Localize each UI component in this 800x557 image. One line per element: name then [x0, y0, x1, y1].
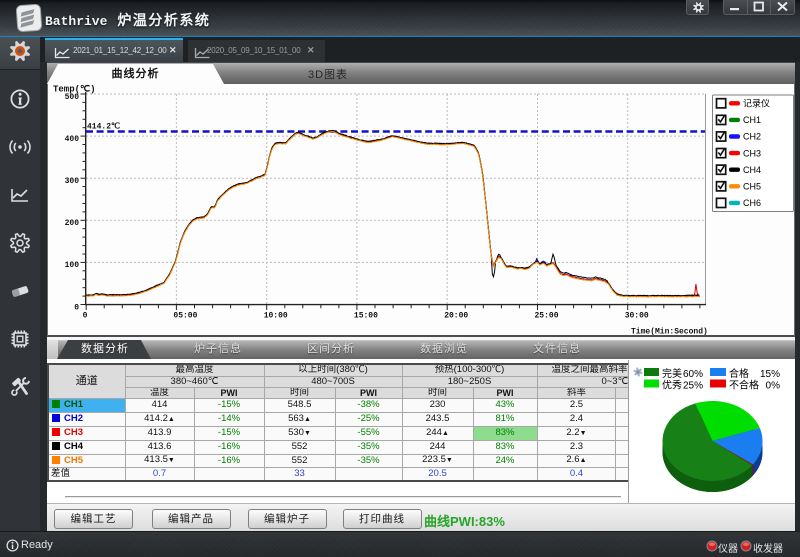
svg-text:0%: 0%: [766, 381, 781, 392]
svg-text:优秀: 优秀: [662, 379, 682, 392]
svg-text:15%: 15%: [760, 369, 780, 380]
svg-text:25%: 25%: [683, 381, 703, 392]
svg-text:合格: 合格: [729, 367, 749, 380]
svg-text:60%: 60%: [683, 369, 703, 380]
svg-text:不合格: 不合格: [729, 379, 759, 392]
svg-text:完美: 完美: [662, 367, 682, 380]
